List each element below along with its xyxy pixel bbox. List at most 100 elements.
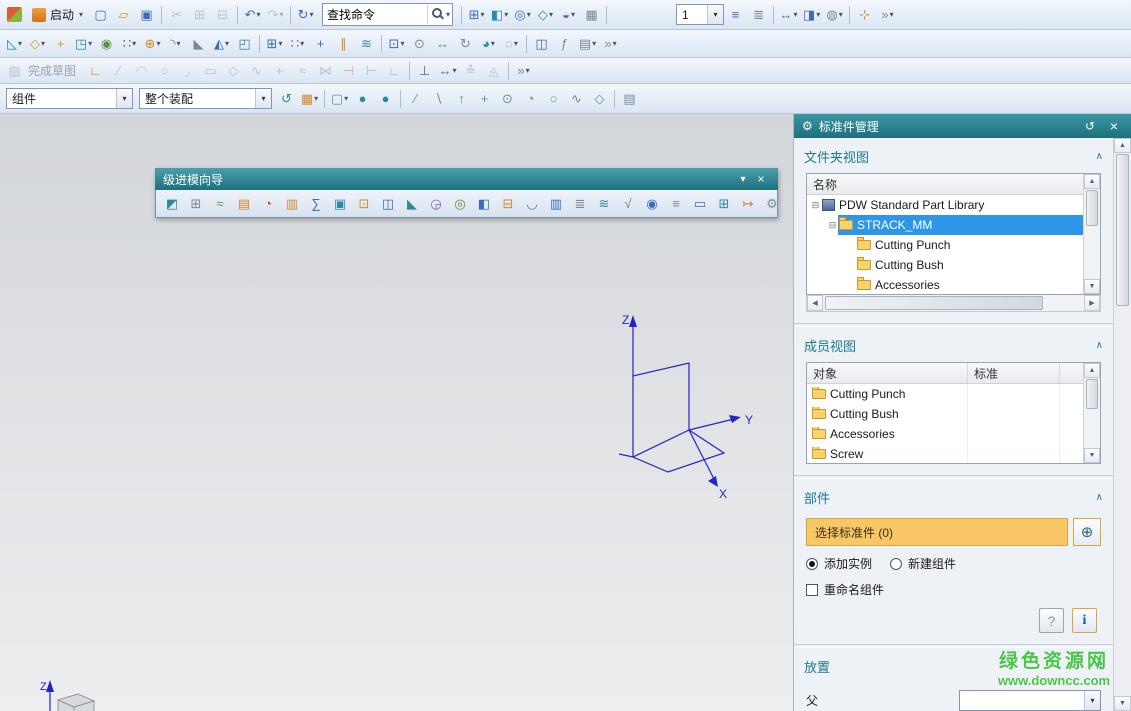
highlight-sphere-icon[interactable]: ●	[351, 88, 374, 110]
offset-curve-icon[interactable]: ≈	[291, 60, 314, 82]
selection-scope-combo[interactable]: 整个装配 ▾	[139, 88, 272, 109]
separator[interactable]	[849, 6, 850, 24]
make-corner-icon[interactable]: ∟	[383, 60, 406, 82]
cut-icon[interactable]: ✂	[165, 4, 188, 26]
collapse-chevron-icon[interactable]: ∧	[1096, 661, 1103, 672]
wireframe-view-icon[interactable]: ◌ ▾	[500, 33, 523, 55]
object-display-icon[interactable]: ◨ ▾	[800, 4, 823, 26]
chevron-down-icon[interactable]: ▾	[116, 89, 132, 108]
bom-icon[interactable]: ≡	[664, 193, 688, 215]
arc-icon[interactable]: ◠	[130, 60, 153, 82]
relief-design-icon[interactable]: ◡	[520, 193, 544, 215]
tree-vertical-scrollbar[interactable]: ▲ ▼	[1083, 174, 1100, 294]
collapse-chevron-icon[interactable]: ∧	[1096, 151, 1103, 162]
hole-icon[interactable]: ◉	[95, 33, 118, 55]
shaded-view-icon[interactable]: ◕ ▾	[477, 33, 500, 55]
show-constraints-icon[interactable]: ◬	[482, 60, 505, 82]
settings-icon[interactable]: ⚙	[760, 193, 784, 215]
tree-item[interactable]: Cutting Bush	[807, 255, 1083, 275]
geometric-constraints-icon[interactable]: ⊥	[413, 60, 436, 82]
scroll-down-icon[interactable]: ▼	[1114, 696, 1131, 711]
snap-point-on-curve-icon[interactable]: ∿	[565, 88, 588, 110]
zoom-icon[interactable]: ⊙	[408, 33, 431, 55]
piercing-insert-icon[interactable]: ◫	[376, 193, 400, 215]
scroll-thumb[interactable]	[1086, 190, 1098, 226]
scroll-down-icon[interactable]: ▼	[1084, 279, 1100, 294]
move-component-icon[interactable]: +	[309, 33, 332, 55]
pattern-feature-icon[interactable]: ∷ ▾	[118, 33, 141, 55]
placement-section-header[interactable]: 放置 ∧	[794, 648, 1113, 681]
tree-name-column-header[interactable]: 名称	[807, 174, 1083, 195]
redo-icon[interactable]: ↷ ▾	[264, 4, 287, 26]
menu-icon[interactable]: ▤	[618, 88, 641, 110]
separator[interactable]	[381, 35, 382, 53]
expressions-icon[interactable]: ƒ	[553, 33, 576, 55]
snap-point-on-face-icon[interactable]: ◇	[588, 88, 611, 110]
help-button[interactable]: ?	[1039, 608, 1064, 633]
orient-view-icon[interactable]: ◇ ▾	[534, 4, 557, 26]
close-icon[interactable]: ×	[1105, 118, 1123, 134]
window-cascade-icon[interactable]: ▤ ▾	[576, 33, 599, 55]
scroll-thumb[interactable]	[1116, 154, 1129, 306]
scroll-up-icon[interactable]: ▲	[1084, 363, 1100, 378]
export-icon[interactable]: ↦	[736, 193, 760, 215]
display-mode-icon[interactable]: ◧ ▾	[488, 4, 511, 26]
separator[interactable]	[259, 35, 260, 53]
work-layer-combo[interactable]: 1 ▾	[676, 4, 724, 25]
search-options-chevron-icon[interactable]: ▾	[446, 10, 450, 19]
radio-new-component[interactable]	[890, 558, 902, 570]
snap-intersection-icon[interactable]: +	[473, 88, 496, 110]
scroll-left-icon[interactable]: ◀	[807, 295, 823, 311]
finish-sketch-icon[interactable]: ▨	[3, 60, 26, 82]
rotate-view-icon[interactable]: ↻	[454, 33, 477, 55]
edge-blend-icon[interactable]: ◝ ▾	[164, 33, 187, 55]
tooling-validation-icon[interactable]: √	[616, 193, 640, 215]
separator[interactable]	[606, 6, 607, 24]
rendering-style-icon[interactable]: ◒ ▾	[557, 4, 580, 26]
pattern-component-icon[interactable]: ∷ ▾	[286, 33, 309, 55]
save-icon[interactable]: ▣	[135, 4, 158, 26]
panel-titlebar[interactable]: ⚙ 标准件管理 ↺ ×	[794, 114, 1131, 138]
simulation-icon[interactable]: ≋	[592, 193, 616, 215]
tree-expander-icon[interactable]: ⊟	[810, 200, 821, 211]
search-icon[interactable]	[427, 5, 445, 24]
studio-spline-icon[interactable]: ∿	[245, 60, 268, 82]
trim-body-icon[interactable]: ◭ ▾	[210, 33, 233, 55]
standard-parts-icon[interactable]: ⊡	[352, 193, 376, 215]
burring-insert-icon[interactable]: ◎	[448, 193, 472, 215]
tree-item[interactable]: Cutting Punch	[807, 235, 1083, 255]
member-row[interactable]: Cutting Bush	[807, 404, 1083, 424]
sketch-icon[interactable]: ◺ ▾	[3, 33, 26, 55]
material-settings-icon[interactable]: ≣	[568, 193, 592, 215]
rectangle-icon[interactable]: ▭	[199, 60, 222, 82]
help-icon[interactable]: ?	[784, 193, 793, 215]
member-table-header[interactable]: 对象 标准	[807, 363, 1083, 384]
measure-icon[interactable]: ↔ ▾	[777, 4, 800, 26]
collapse-chevron-icon[interactable]: ∧	[1096, 492, 1103, 503]
member-row[interactable]: Screw	[807, 444, 1083, 463]
folder-view-header[interactable]: 文件夹视图 ∧	[794, 138, 1113, 171]
datum-plane-icon[interactable]: ◇ ▾	[26, 33, 49, 55]
select-region-icon[interactable]: ▢ ▾	[328, 88, 351, 110]
command-search-input[interactable]	[323, 6, 427, 23]
separator[interactable]	[409, 62, 410, 80]
paste-icon[interactable]: ⊟	[211, 4, 234, 26]
assembly-constraints-icon[interactable]: ∥	[332, 33, 355, 55]
chevron-down-icon[interactable]: ▾	[255, 89, 271, 108]
chevron-down-icon[interactable]: ▾	[707, 5, 723, 24]
radio-add-instance[interactable]	[806, 558, 818, 570]
layer-settings-icon[interactable]: ≡	[724, 4, 747, 26]
wizard-menu-chevron-icon[interactable]: ▾	[734, 171, 752, 187]
quick-extend-icon[interactable]: ⊢	[360, 60, 383, 82]
wizard-titlebar[interactable]: 级进模向导 ▾ ×	[155, 168, 778, 190]
blank-layout-icon[interactable]: ▤	[232, 193, 256, 215]
fillet-icon[interactable]: ◞	[176, 60, 199, 82]
unite-icon[interactable]: ⊕ ▾	[141, 33, 164, 55]
circle-icon[interactable]: ○	[153, 60, 176, 82]
scroll-right-icon[interactable]: ▶	[1084, 295, 1100, 311]
layout-icon[interactable]: ▦	[580, 4, 603, 26]
member-view-header[interactable]: 成员视图 ∧	[794, 327, 1113, 360]
copy-icon[interactable]: ⊞	[188, 4, 211, 26]
strip-layout-icon[interactable]: ▥	[280, 193, 304, 215]
tree-horizontal-scrollbar[interactable]: ◀ ▶	[806, 295, 1101, 312]
